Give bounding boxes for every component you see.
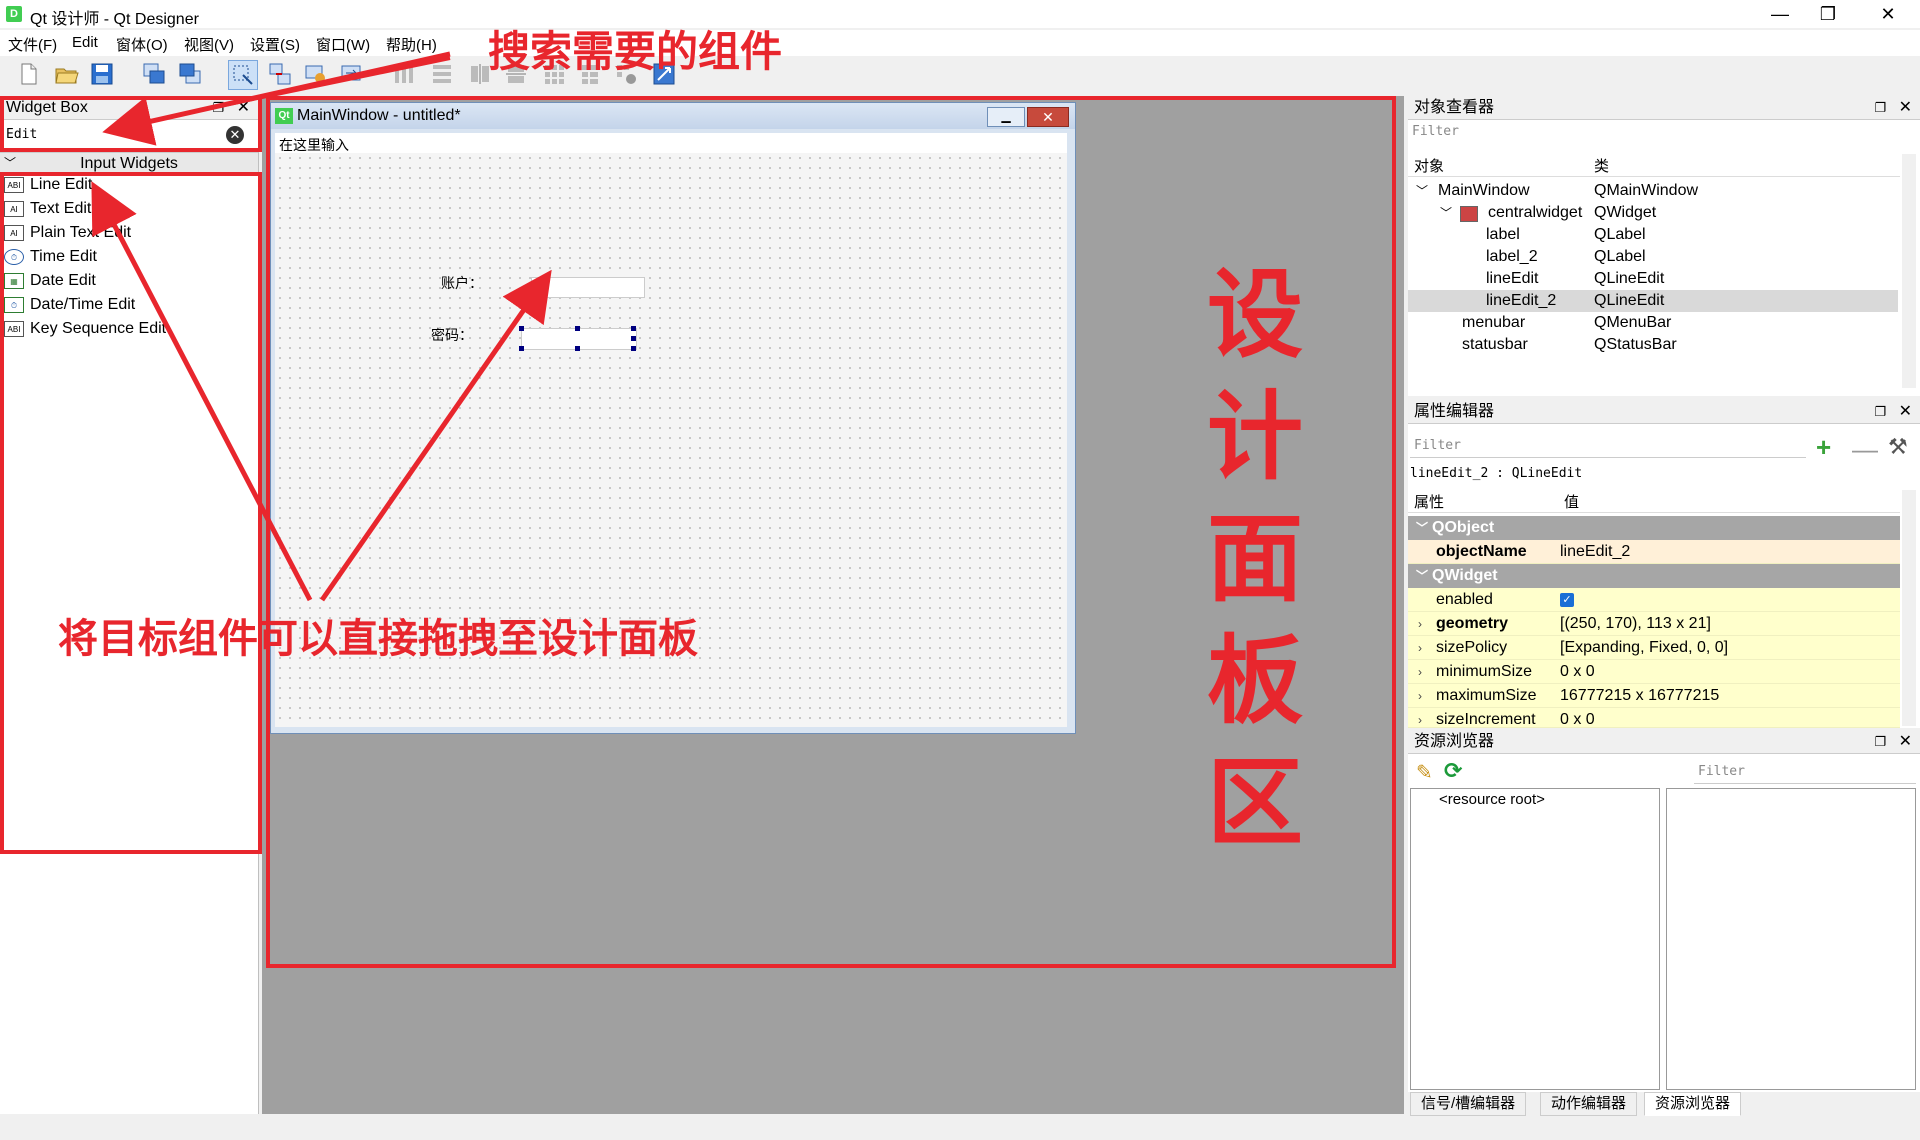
annotation-char: 板: [1207, 628, 1303, 735]
annotation-arrows: [91, 51, 552, 602]
annotation-design-area-text: 设 计 面 板 区: [1205, 255, 1305, 865]
annotation-char: 面: [1207, 506, 1303, 613]
annotation-drag-text: 将目标组件可以直接拖拽至设计面板: [58, 617, 698, 661]
annotation-char: 设: [1207, 262, 1303, 369]
annotation-char: 计: [1207, 384, 1303, 491]
annotation-search-text: 搜索需要的组件: [488, 28, 783, 75]
annotation-char: 区: [1207, 750, 1303, 857]
